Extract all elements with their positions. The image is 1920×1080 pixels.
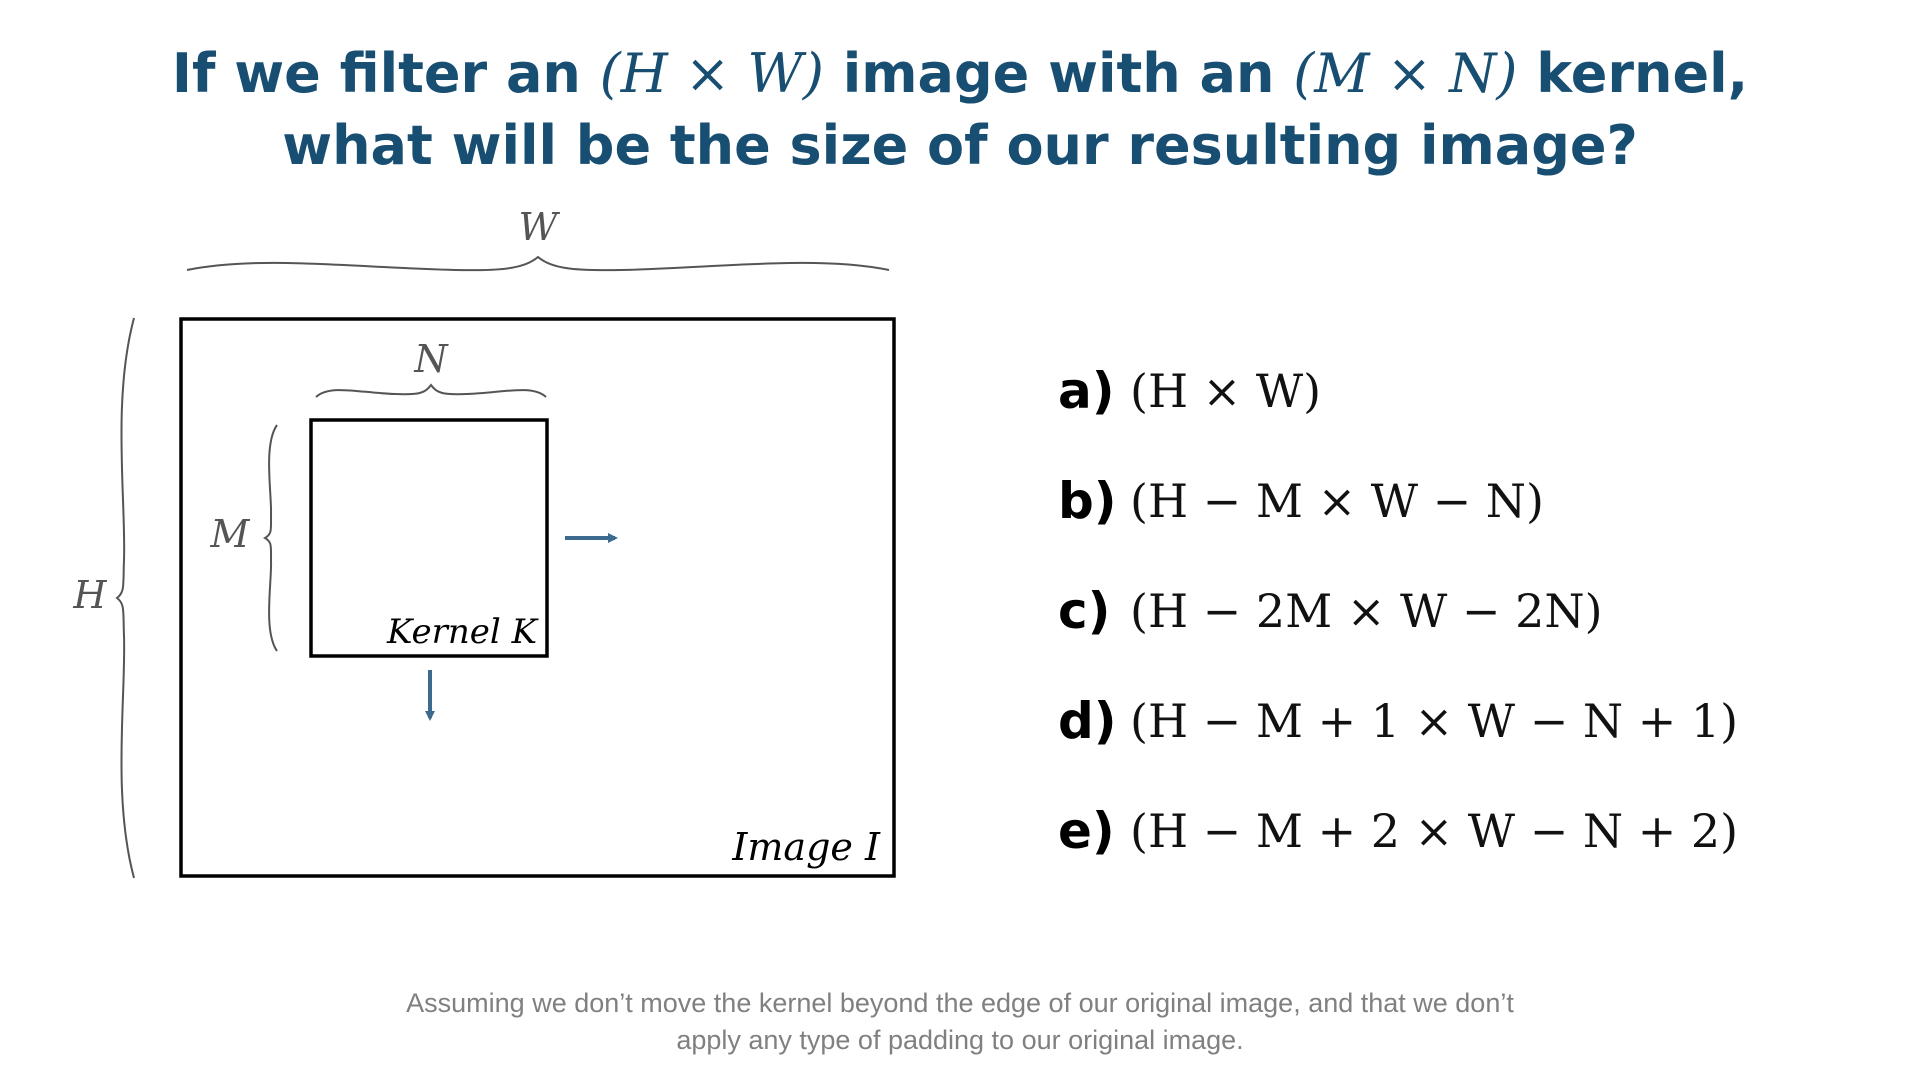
option-c-letter: c) (1058, 582, 1111, 640)
option-e-expression: (H − M + 2 × W − N + 2) (1130, 804, 1739, 858)
image-width-brace (186, 255, 890, 272)
option-b: b) (H − M × W − N) (1058, 446, 1838, 556)
option-a-letter: a) (1058, 362, 1115, 420)
image-width-label: W (518, 205, 560, 249)
kernel-height-label: M (210, 512, 251, 556)
footnote: Assuming we don’t move the kernel beyond… (0, 985, 1920, 1059)
option-d-expression: (H − M + 1 × W − N + 1) (1130, 694, 1739, 748)
option-d: d) (H − M + 1 × W − N + 1) (1058, 666, 1838, 776)
option-c: c) (H − 2M × W − 2N) (1058, 556, 1838, 666)
footnote-line-2: apply any type of padding to our origina… (676, 1025, 1244, 1055)
option-a: a) (H × W) (1058, 336, 1838, 446)
kernel-width-label: N (413, 337, 449, 381)
option-b-letter: b) (1058, 472, 1117, 530)
option-e-letter: e) (1058, 802, 1115, 860)
image-rectangle (179, 317, 896, 878)
option-a-expression: (H × W) (1130, 364, 1322, 418)
kernel-height-brace (262, 424, 278, 652)
answer-options: a) (H × W) b) (H − M × W − N) c) (H − 2M… (1058, 336, 1838, 886)
kernel-width-brace (315, 383, 547, 398)
option-c-expression: (H − 2M × W − 2N) (1130, 584, 1603, 638)
option-d-letter: d) (1058, 692, 1117, 750)
footnote-line-1: Assuming we don’t move the kernel beyond… (406, 988, 1514, 1018)
option-b-expression: (H − M × W − N) (1130, 474, 1544, 528)
kernel-label: Kernel K (386, 612, 540, 652)
image-height-label: H (72, 573, 107, 617)
image-label: Image I (731, 825, 881, 869)
option-e: e) (H − M + 2 × W − N + 2) (1058, 776, 1838, 886)
image-height-brace (115, 317, 135, 879)
